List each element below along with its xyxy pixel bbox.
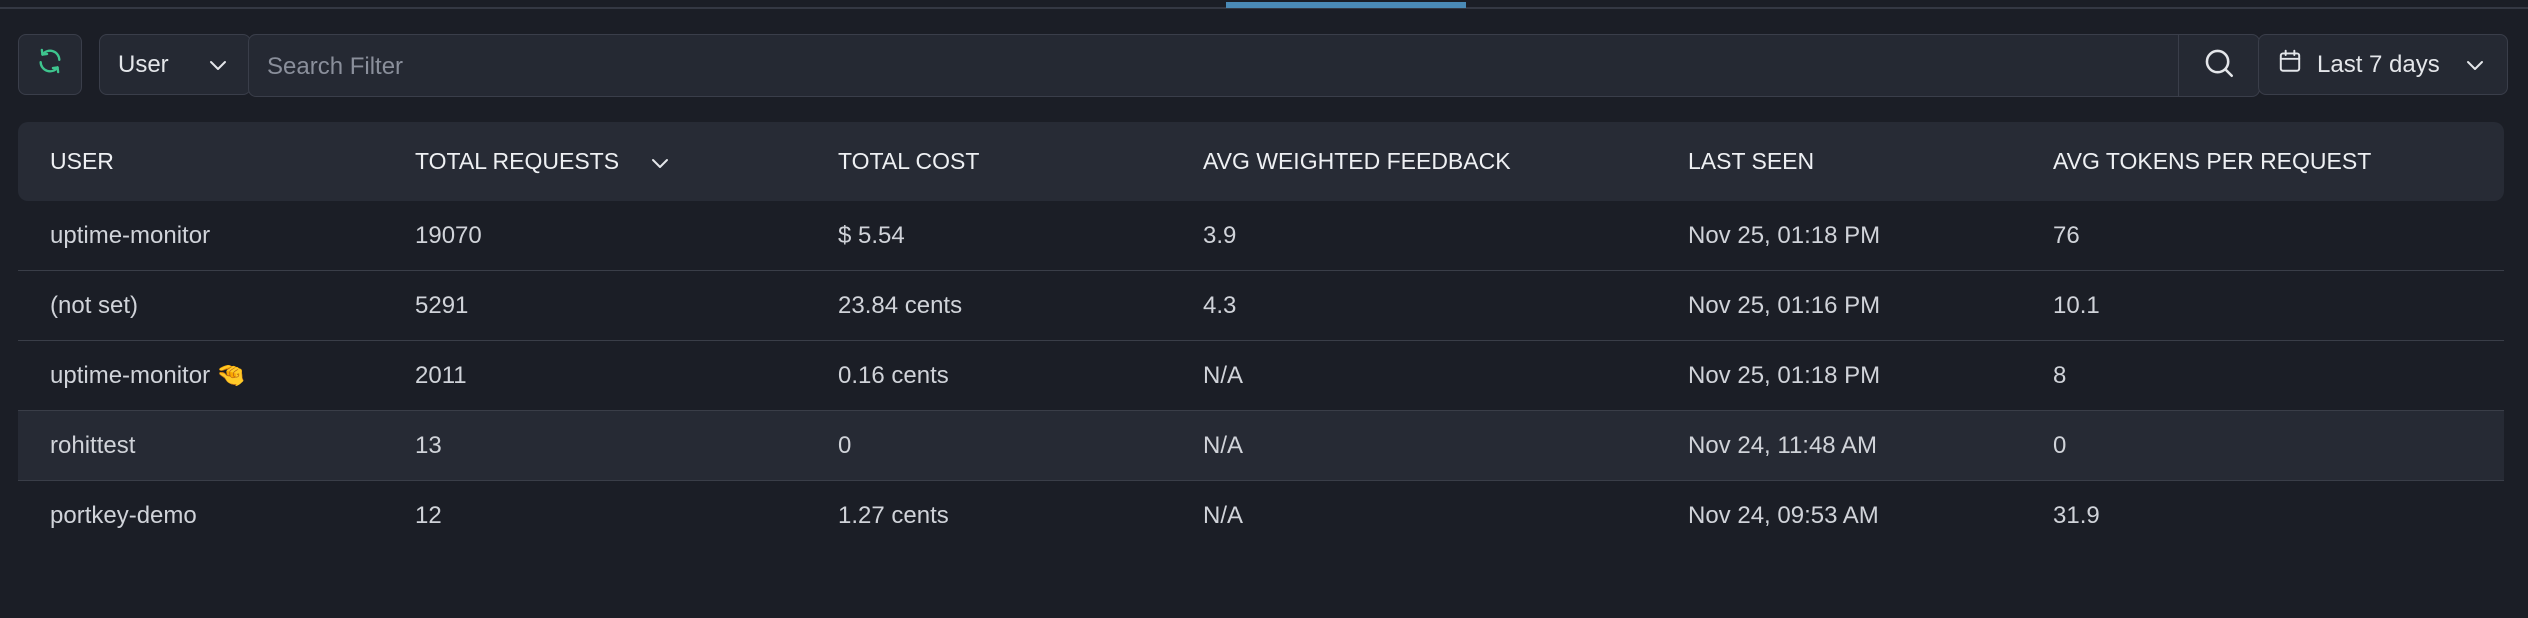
group-by-select[interactable]: User	[99, 34, 251, 95]
cell-user: uptime-monitor	[50, 222, 211, 249]
search-input[interactable]	[265, 35, 2169, 98]
cell-total-cost: $ 5.54	[838, 222, 905, 249]
refresh-button[interactable]	[18, 34, 82, 95]
cell-total-requests: 13	[415, 432, 442, 459]
cell-total-cost: 23.84 cents	[838, 292, 963, 319]
chevron-down-icon	[2463, 53, 2487, 84]
cell-avg-tokens: 0	[2053, 432, 2067, 459]
chevron-down-icon	[206, 53, 230, 84]
calendar-icon	[2277, 48, 2303, 81]
cell-avg-tokens: 8	[2053, 362, 2067, 389]
table-row[interactable]: uptime-monitor 19070 $ 5.54 3.9 Nov 25, …	[18, 201, 2504, 271]
cell-last-seen: Nov 25, 01:18 PM	[1688, 222, 1881, 249]
column-header-avg-tokens[interactable]: AVG TOKENS PER REQUEST	[2053, 122, 2371, 201]
search-filter	[248, 34, 2260, 98]
search-button[interactable]	[2179, 35, 2259, 96]
table-row[interactable]: rohittest 13 0 N/A Nov 24, 11:48 AM 0	[18, 411, 2504, 481]
cell-avg-feedback: N/A	[1203, 502, 1244, 529]
pinching-hand-emoji: 🤏	[216, 362, 246, 389]
group-by-value: User	[118, 50, 169, 78]
cell-avg-tokens: 10.1	[2053, 292, 2100, 319]
cell-total-cost: 0.16 cents	[838, 362, 949, 389]
cell-avg-tokens: 76	[2053, 222, 2080, 249]
cell-last-seen: Nov 25, 01:18 PM	[1688, 362, 1881, 389]
cell-total-cost: 0	[838, 432, 852, 459]
cell-avg-feedback: N/A	[1203, 432, 1244, 459]
cell-total-requests: 19070	[415, 222, 482, 249]
table-row[interactable]: uptime-monitor 🤏 2011 0.16 cents N/A Nov …	[18, 341, 2504, 411]
column-header-last-seen[interactable]: LAST SEEN	[1688, 122, 1814, 201]
cell-avg-feedback: N/A	[1203, 362, 1244, 389]
cell-user: uptime-monitor 🤏	[50, 341, 246, 410]
cell-user: (not set)	[50, 292, 139, 319]
column-header-total-cost[interactable]: TOTAL COST	[838, 122, 979, 201]
search-icon	[2202, 46, 2236, 85]
table-row[interactable]: portkey-demo 12 1.27 cents N/A Nov 24, 0…	[18, 481, 2504, 550]
table-row[interactable]: (not set) 5291 23.84 cents 4.3 Nov 25, 0…	[18, 271, 2504, 341]
cell-user: portkey-demo	[50, 502, 197, 529]
users-table: USER TOTAL REQUESTS TOTAL COST AVG WEIGH…	[18, 122, 2504, 550]
date-range-value: Last 7 days	[2317, 50, 2440, 78]
cell-last-seen: Nov 24, 11:48 AM	[1688, 432, 1877, 459]
filter-toolbar: User Last 7 days	[18, 34, 2508, 98]
cell-user-name: uptime-monitor	[50, 362, 211, 389]
sort-chevron-down-icon[interactable]	[648, 151, 672, 180]
cell-avg-tokens: 31.9	[2053, 502, 2100, 529]
refresh-icon	[36, 47, 64, 82]
cell-last-seen: Nov 24, 09:53 AM	[1688, 502, 1879, 529]
column-header-user[interactable]: USER	[50, 122, 114, 201]
active-tab-indicator	[1226, 2, 1466, 8]
cell-total-requests: 2011	[415, 362, 467, 389]
cell-last-seen: Nov 25, 01:16 PM	[1688, 292, 1881, 319]
cell-total-cost: 1.27 cents	[838, 502, 949, 529]
column-header-avg-weighted-feedback[interactable]: AVG WEIGHTED FEEDBACK	[1203, 122, 1511, 201]
table-header: USER TOTAL REQUESTS TOTAL COST AVG WEIGH…	[18, 122, 2504, 201]
cell-total-requests: 5291	[415, 292, 469, 319]
cell-total-requests: 12	[415, 502, 442, 529]
cell-user: rohittest	[50, 432, 136, 459]
column-header-total-requests[interactable]: TOTAL REQUESTS	[415, 122, 619, 201]
date-range-select[interactable]: Last 7 days	[2258, 34, 2508, 95]
cell-avg-feedback: 4.3	[1203, 292, 1237, 319]
cell-avg-feedback: 3.9	[1203, 222, 1237, 249]
